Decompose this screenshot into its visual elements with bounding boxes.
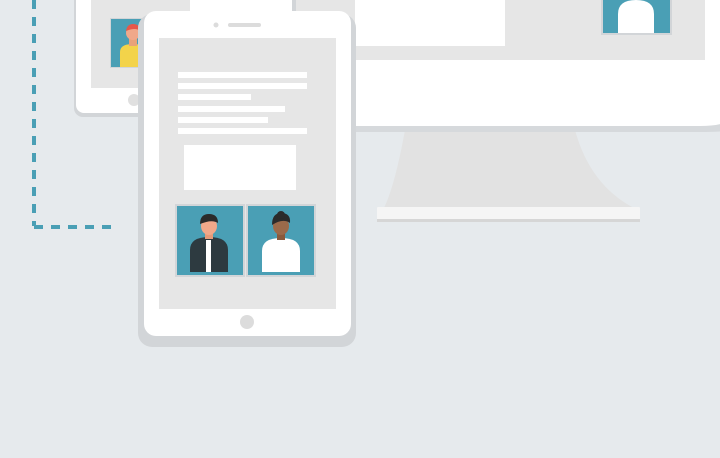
front-tablet — [138, 11, 356, 347]
circle-icon[interactable] — [240, 315, 254, 329]
monitor-stand-base — [377, 207, 640, 221]
illustration-scene — [0, 0, 720, 458]
monitor-base-shadow — [377, 219, 640, 222]
person-white-shirt-icon — [618, 0, 654, 33]
avatar-tile-white — [246, 204, 316, 277]
person-white-shirt-icon — [262, 238, 300, 272]
back-tablet-content-block — [190, 0, 280, 12]
camera-dot — [213, 22, 219, 28]
monitor-avatar-tile — [601, 0, 672, 35]
speaker-slot — [228, 23, 261, 27]
content-block — [184, 145, 296, 190]
avatar-tile-dark — [175, 204, 245, 277]
monitor-content-block — [355, 0, 505, 46]
